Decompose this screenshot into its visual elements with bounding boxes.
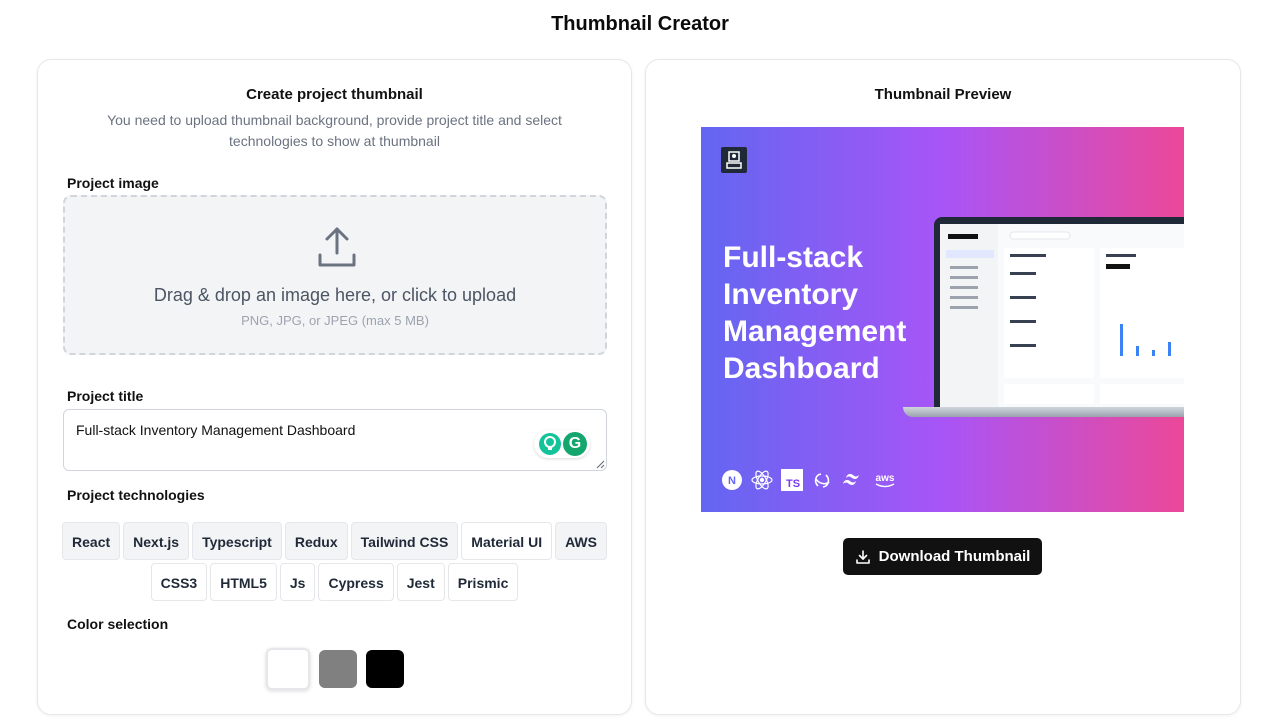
page-title: Thumbnail Creator	[551, 13, 729, 35]
typescript-icon: TS	[781, 469, 803, 491]
preview-heading: Thumbnail Preview	[874, 86, 1012, 103]
download-button-label: Download Thumbnail	[878, 548, 1031, 565]
aws-badge-text: aws	[876, 473, 895, 484]
color-swatch-gray[interactable]	[318, 650, 357, 688]
typescript-badge-text: TS	[786, 478, 800, 490]
laptop-mockup	[934, 217, 1184, 407]
react-icon	[751, 469, 773, 491]
dropzone-sub-text: PNG, JPG, or JPEG (max 5 MB)	[241, 313, 429, 328]
project-technologies-label: Project technologies	[67, 487, 205, 503]
redux-icon	[811, 469, 833, 491]
lightbulb-icon[interactable]	[539, 433, 561, 455]
download-icon	[855, 549, 870, 564]
create-thumbnail-card: Create project thumbnail You need to upl…	[37, 59, 632, 715]
tech-chip-tailwind[interactable]: Tailwind CSS	[350, 522, 459, 560]
dashboard-screenshot	[940, 224, 1184, 407]
tech-chip-js[interactable]: Js	[279, 563, 316, 601]
tech-chip-typescript[interactable]: Typescript	[192, 522, 282, 560]
nextjs-icon: N	[721, 469, 743, 491]
tech-chip-material-ui[interactable]: Material UI	[461, 522, 553, 560]
color-swatches	[38, 648, 631, 690]
tailwind-icon	[841, 469, 863, 491]
thumbnail-tech-icons: N TS aws	[721, 469, 899, 491]
color-swatch-black[interactable]	[365, 650, 404, 688]
resize-handle-icon[interactable]	[595, 459, 605, 469]
tech-chip-prismic[interactable]: Prismic	[447, 563, 519, 601]
project-logo-icon	[721, 147, 747, 173]
grammarly-widget[interactable]: G	[534, 430, 590, 458]
tech-chip-cypress[interactable]: Cypress	[318, 563, 394, 601]
project-title-label: Project title	[67, 388, 144, 404]
tech-chip-nextjs[interactable]: Next.js	[123, 522, 190, 560]
grammarly-icon[interactable]: G	[563, 432, 587, 456]
tech-chip-aws[interactable]: AWS	[555, 522, 607, 560]
dropzone-main-text: Drag & drop an image here, or click to u…	[153, 285, 517, 305]
download-thumbnail-button[interactable]: Download Thumbnail	[843, 538, 1042, 575]
tech-chip-jest[interactable]: Jest	[396, 563, 445, 601]
project-image-label: Project image	[67, 175, 159, 191]
color-selection-label: Color selection	[67, 616, 169, 632]
thumbnail-title: Full-stack Inventory Management Dashboar…	[723, 241, 907, 385]
color-swatch-white[interactable]	[265, 648, 310, 690]
technologies-row-2: CSS3 HTML5 Js Cypress Jest Prismic	[38, 563, 631, 601]
tech-chip-css3[interactable]: CSS3	[150, 563, 208, 601]
aws-icon: aws	[871, 469, 899, 491]
thumbnail-preview-card: Thumbnail Preview Full-stack Inventory M…	[645, 59, 1241, 715]
nextjs-badge-text: N	[728, 475, 736, 487]
laptop-base	[903, 407, 1184, 417]
tech-chip-redux[interactable]: Redux	[284, 522, 348, 560]
project-title-input[interactable]: Full-stack Inventory Management Dashboar…	[63, 409, 607, 471]
tech-chip-html5[interactable]: HTML5	[210, 563, 277, 601]
upload-icon	[318, 227, 356, 267]
technologies-row-1: React Next.js Typescript Redux Tailwind …	[38, 522, 631, 560]
form-description: You need to upload thumbnail background,…	[107, 112, 562, 149]
tech-chip-react[interactable]: React	[62, 522, 121, 560]
thumbnail-preview-image: Full-stack Inventory Management Dashboar…	[701, 127, 1184, 512]
form-heading: Create project thumbnail	[246, 86, 423, 103]
image-dropzone[interactable]: Drag & drop an image here, or click to u…	[63, 195, 607, 355]
